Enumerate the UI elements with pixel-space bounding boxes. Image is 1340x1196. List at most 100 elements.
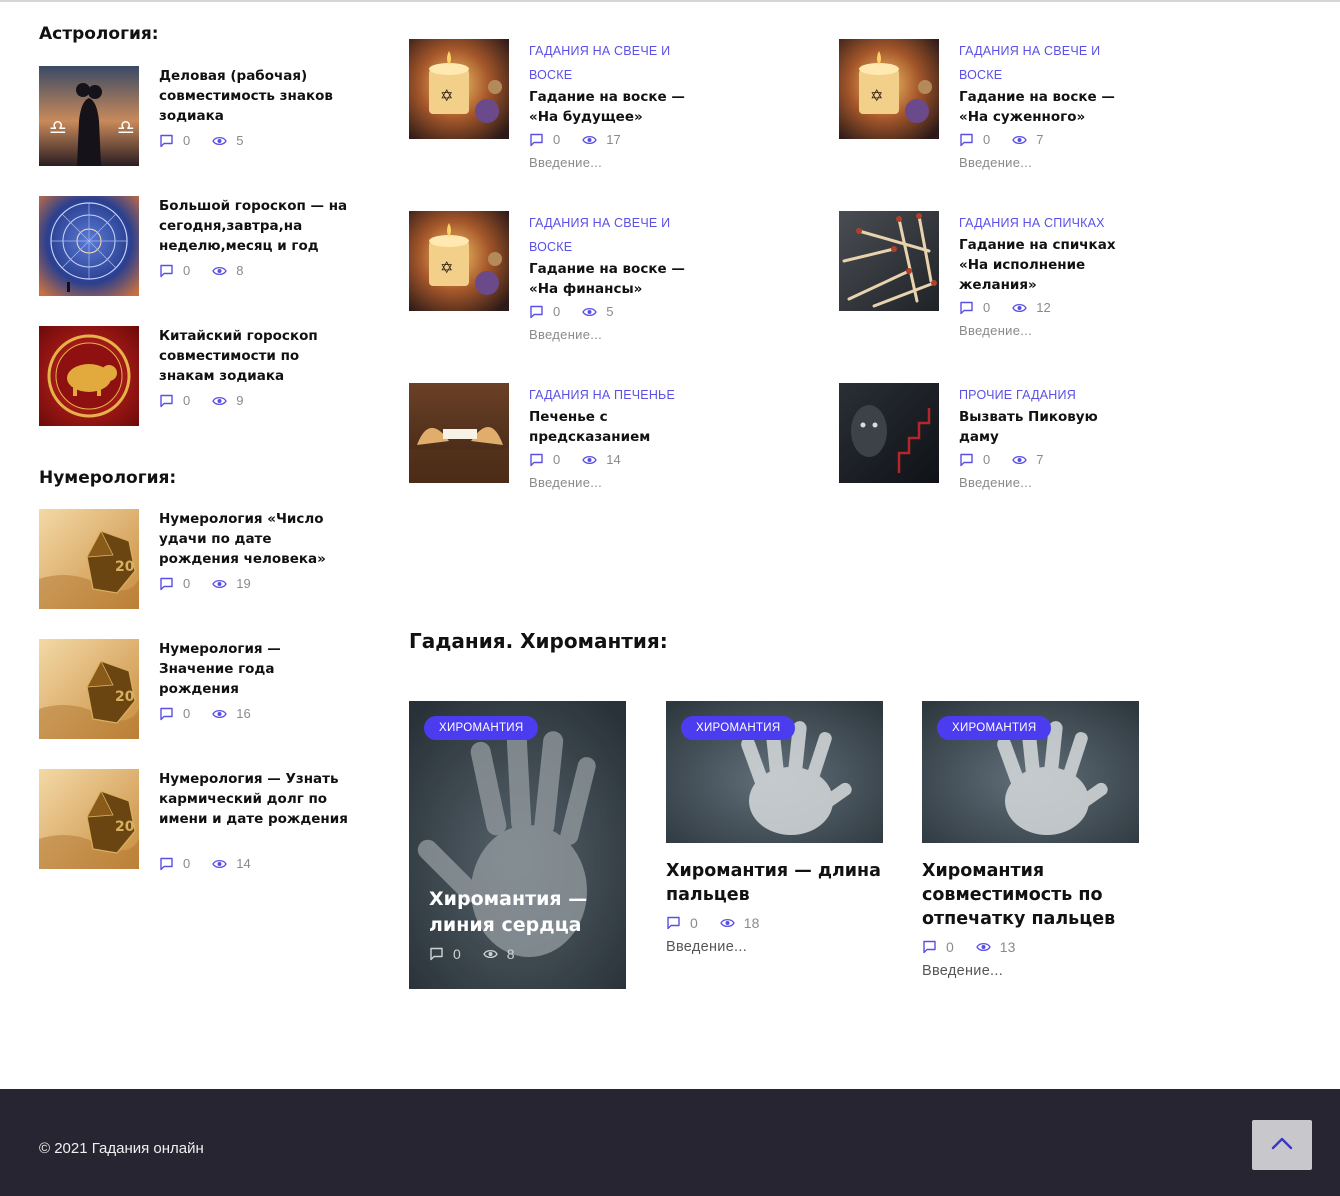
list-item: ПРОЧИЕ ГАДАНИЯ Вызвать Пиковую даму 0 7 … <box>839 383 1169 503</box>
post-title-link[interactable]: Гадание на воске — «На финансы» <box>529 259 699 299</box>
candle-image: ✡ <box>409 211 509 311</box>
matches-image <box>839 211 939 311</box>
list-item: ♎ ♎ Деловая (рабочая) совместимость знак… <box>39 66 359 166</box>
comment-count: 0 <box>690 915 698 931</box>
post-excerpt: Введение... <box>922 963 1004 979</box>
category-link[interactable]: ГАДАНИЯ НА СПИЧКАХ <box>959 211 1129 235</box>
category-link[interactable]: ГАДАНИЯ НА СВЕЧЕ И ВОСКЕ <box>529 39 699 87</box>
view-count: 14 <box>606 452 621 467</box>
card-title-link[interactable]: Хиромантия — линия сердца <box>429 886 619 938</box>
dark-face-image <box>839 383 939 483</box>
view-count: 7 <box>1036 452 1044 467</box>
post-thumbnail[interactable]: 20 <box>39 639 139 739</box>
card-title-link[interactable]: Хиромантия — длина пальцев <box>666 859 883 907</box>
list-item: 20 Нумерология — Узнать кармический долг… <box>39 769 359 871</box>
post-thumbnail[interactable] <box>839 383 939 483</box>
category-badge[interactable]: ХИРОМАНТИЯ <box>937 716 1052 740</box>
card-image[interactable]: ХИРОМАНТИЯ <box>666 701 883 843</box>
post-title-link[interactable]: Нумерология — Узнать кармический долг по… <box>159 769 349 829</box>
card-image[interactable]: ХИРОМАНТИЯ Хиромантия — линия сердца 0 8 <box>409 701 626 989</box>
comment-icon <box>922 940 937 954</box>
post-thumbnail[interactable]: ✡ <box>409 211 509 311</box>
chevron-up-icon <box>1271 1136 1293 1155</box>
post-title-link[interactable]: Гадание на спичках «На исполнение желани… <box>959 235 1129 295</box>
view-count: 17 <box>606 132 621 147</box>
svg-text:20: 20 <box>115 559 135 575</box>
list-item: Большой гороскоп — на сегодня,завтра,на … <box>39 196 359 296</box>
copyright-text: © 2021 Гадания онлайн <box>39 1140 204 1157</box>
category-link[interactable]: ГАДАНИЯ НА ПЕЧЕНЬЕ <box>529 383 699 407</box>
view-count: 19 <box>236 576 251 591</box>
post-thumbnail[interactable]: ✡ <box>839 39 939 139</box>
comment-count: 0 <box>946 939 954 955</box>
comment-icon <box>159 857 174 871</box>
zodiac-wheel-image <box>39 196 139 296</box>
post-body: ГАДАНИЯ НА СВЕЧЕ И ВОСКЕ Гадание на воск… <box>959 39 1129 171</box>
post-thumbnail[interactable] <box>39 196 139 296</box>
palmistry-heading: Гадания. Хиромантия: <box>409 629 668 653</box>
comment-icon <box>529 453 544 467</box>
category-link[interactable]: ГАДАНИЯ НА СВЕЧЕ И ВОСКЕ <box>959 39 1129 87</box>
post-title-link[interactable]: Большой гороскоп — на сегодня,завтра,на … <box>159 196 349 256</box>
eye-icon <box>212 577 227 591</box>
eye-icon <box>582 305 597 319</box>
view-count: 18 <box>743 915 760 931</box>
post-title-link[interactable]: Деловая (рабочая) совместимость знаков з… <box>159 66 349 126</box>
post-title-link[interactable]: Гадание на воске — «На будущее» <box>529 87 699 127</box>
post-title-link[interactable]: Гадание на воске — «На суженного» <box>959 87 1129 127</box>
list-item: ГАДАНИЯ НА СПИЧКАХ Гадание на спичках «Н… <box>839 211 1169 338</box>
comment-count: 0 <box>453 946 461 962</box>
post-meta: 0 12 <box>959 300 1129 316</box>
category-link[interactable]: ПРОЧИЕ ГАДАНИЯ <box>959 383 1129 407</box>
category-link[interactable]: ГАДАНИЯ НА СВЕЧЕ И ВОСКЕ <box>529 211 699 259</box>
post-meta: 0 8 <box>159 263 265 279</box>
candle-image: ✡ <box>409 39 509 139</box>
category-badge[interactable]: ХИРОМАНТИЯ <box>681 716 796 740</box>
post-title-link[interactable]: Нумерология — Значение года рождения <box>159 639 349 699</box>
eye-icon <box>212 857 227 871</box>
featured-card[interactable]: ХИРОМАНТИЯ Хиромантия — линия сердца 0 8 <box>409 701 626 989</box>
post-meta: 0 5 <box>529 304 699 320</box>
eye-icon <box>212 707 227 721</box>
comment-count: 0 <box>983 132 991 147</box>
eye-icon <box>976 940 991 954</box>
fortune-cookie-image <box>409 383 509 483</box>
category-badge[interactable]: ХИРОМАНТИЯ <box>424 716 539 740</box>
post-meta: 0 14 <box>529 452 699 468</box>
post-thumbnail[interactable]: ✡ <box>409 39 509 139</box>
post-thumbnail[interactable]: 20 <box>39 769 139 869</box>
svg-text:✡: ✡ <box>870 86 883 105</box>
post-thumbnail[interactable] <box>39 326 139 426</box>
comment-count: 0 <box>183 263 191 278</box>
post-title-link[interactable]: Вызвать Пиковую даму <box>959 407 1129 447</box>
post-title-link[interactable]: Печенье с предсказанием <box>529 407 699 447</box>
post-title-link[interactable]: Нумерология «Число удачи по дате рождени… <box>159 509 349 569</box>
card-title-link[interactable]: Хиромантия совместимость по отпечатку па… <box>922 859 1139 931</box>
view-count: 14 <box>236 856 251 871</box>
svg-text:20: 20 <box>115 689 135 705</box>
post-title-link[interactable]: Китайский гороскоп совместимости по знак… <box>159 326 349 386</box>
couple-zodiac-image: ♎ ♎ <box>39 66 139 166</box>
post-excerpt: Введение... <box>959 323 1032 338</box>
comment-icon <box>159 264 174 278</box>
numerology-heading: Нумерология: <box>39 468 177 488</box>
post-meta: 0 5 <box>159 133 265 149</box>
post-body: ГАДАНИЯ НА ПЕЧЕНЬЕ Печенье с предсказани… <box>529 383 699 491</box>
comment-icon <box>159 577 174 591</box>
post-thumbnail[interactable] <box>409 383 509 483</box>
eye-icon <box>1012 133 1027 147</box>
golden-pig-image <box>39 326 139 426</box>
site-footer: © 2021 Гадания онлайн <box>0 1089 1340 1196</box>
scroll-to-top-button[interactable] <box>1252 1120 1312 1170</box>
post-thumbnail[interactable] <box>839 211 939 311</box>
dice-image: 20 <box>39 769 139 869</box>
post-thumbnail[interactable]: ♎ ♎ <box>39 66 139 166</box>
view-count: 7 <box>1036 132 1044 147</box>
post-thumbnail[interactable]: 20 <box>39 509 139 609</box>
view-count: 5 <box>236 133 244 148</box>
post-meta: 0 16 <box>159 706 273 722</box>
top-divider <box>0 0 1340 2</box>
comment-icon <box>959 301 974 315</box>
card-image[interactable]: ХИРОМАНТИЯ <box>922 701 1139 843</box>
eye-icon <box>720 916 735 930</box>
